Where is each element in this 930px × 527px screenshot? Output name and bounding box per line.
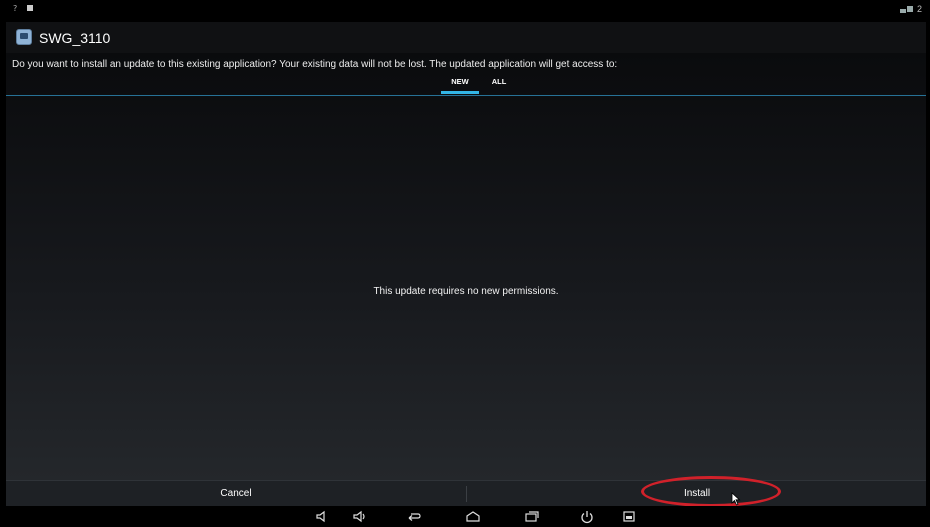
volume-up-icon[interactable] <box>352 509 368 524</box>
status-bar: ? 2 <box>6 0 926 22</box>
status-left: ? <box>12 4 34 12</box>
dialog-button-bar: Cancel Install <box>6 480 926 507</box>
dialog-content: Do you want to install an update to this… <box>6 53 926 480</box>
question-icon: ? <box>13 4 17 12</box>
app-icon <box>16 29 32 45</box>
cancel-button[interactable]: Cancel <box>6 481 466 507</box>
status-time: 2 <box>916 4 922 14</box>
back-icon[interactable] <box>406 509 422 524</box>
power-icon[interactable] <box>579 509 595 524</box>
tab-all[interactable]: ALL <box>486 77 512 86</box>
network-icon <box>899 5 913 13</box>
home-icon[interactable] <box>465 509 481 524</box>
mouse-cursor-icon <box>731 492 741 506</box>
screenshot-icon[interactable] <box>621 509 637 524</box>
recent-apps-icon[interactable] <box>524 509 540 524</box>
screen: ? 2 SWG_3110 Do you want to install an u… <box>6 0 926 527</box>
volume-down-icon[interactable] <box>314 509 330 524</box>
system-nav-bar <box>6 506 926 527</box>
tabs-divider <box>6 95 926 96</box>
tab-new[interactable]: NEW <box>441 77 479 86</box>
button-divider <box>466 486 467 502</box>
permission-tabs: NEW ALL <box>6 73 926 97</box>
svg-text:?: ? <box>13 4 17 12</box>
tab-selected-indicator <box>441 91 479 94</box>
update-prompt: Do you want to install an update to this… <box>12 59 618 70</box>
dialog-titlebar: SWG_3110 <box>6 22 926 53</box>
app-title: SWG_3110 <box>39 30 111 46</box>
notification-square-icon <box>27 5 33 11</box>
permissions-message: This update requires no new permissions. <box>373 286 559 297</box>
install-button[interactable]: Install <box>468 481 926 507</box>
status-right: 2 <box>899 4 922 14</box>
